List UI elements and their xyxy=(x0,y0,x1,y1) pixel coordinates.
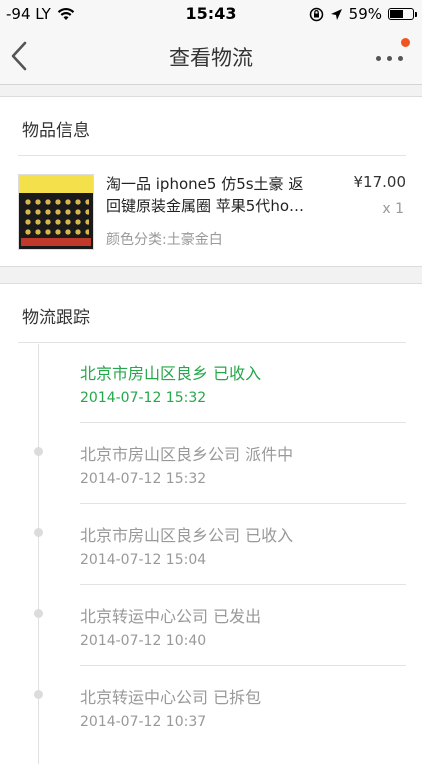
tracking-event: 北京市房山区良乡公司 已收入 2014-07-12 15:04 xyxy=(0,504,422,585)
battery-level xyxy=(390,10,404,18)
rotation-lock-icon xyxy=(309,7,323,21)
more-dots-icon xyxy=(376,56,381,61)
product-thumbnail[interactable] xyxy=(18,174,94,250)
more-button[interactable] xyxy=(372,38,410,68)
divider xyxy=(18,155,406,156)
tracking-event: 北京转运中心公司 已发出 2014-07-12 10:40 xyxy=(0,585,422,666)
event-time: 2014-07-12 15:32 xyxy=(80,471,207,487)
timeline-dot xyxy=(34,690,43,699)
battery-percent: 59% xyxy=(348,5,382,23)
product-name-line: 淘一品 iphone5 仿5s土豪 返 xyxy=(106,175,304,193)
tracking-event: 北京市房山区良乡 已收入 2014-07-12 15:32 xyxy=(0,342,422,423)
product-quantity: x 1 xyxy=(382,201,404,217)
goods-info-section: 物品信息 淘一品 iphone5 仿5s土豪 返 回键原装金属圈 苹果5代ho…… xyxy=(0,96,422,267)
timeline-dot xyxy=(34,528,43,537)
notification-badge xyxy=(401,38,410,47)
thumb-banner xyxy=(19,175,93,193)
event-text: 北京转运中心公司 已发出 xyxy=(80,607,262,626)
tracking-event: 北京转运中心公司 已拆包 2014-07-12 10:37 xyxy=(0,666,422,747)
section-title: 物流跟踪 xyxy=(22,308,90,328)
location-arrow-icon xyxy=(330,8,342,20)
product-name[interactable]: 淘一品 iphone5 仿5s土豪 返 回键原装金属圈 苹果5代ho… xyxy=(106,173,336,217)
section-title: 物品信息 xyxy=(22,121,90,141)
thumb-pattern xyxy=(23,197,89,235)
event-time: 2014-07-12 15:32 xyxy=(80,390,207,406)
more-dots-icon xyxy=(398,56,403,61)
page-title: 查看物流 xyxy=(169,46,253,70)
timeline-dot xyxy=(34,447,43,456)
tracking-event: 北京市房山区良乡公司 派件中 2014-07-12 15:32 xyxy=(0,423,422,504)
more-dots-icon xyxy=(387,56,392,61)
tracking-section: 物流跟踪 北京市房山区良乡 已收入 2014-07-12 15:32 北京市房山… xyxy=(0,283,422,764)
event-text: 北京转运中心公司 已拆包 xyxy=(80,688,262,707)
event-text: 北京市房山区良乡公司 派件中 xyxy=(80,445,294,464)
product-price: ¥17.00 xyxy=(353,173,407,191)
status-right: 59% xyxy=(309,5,417,23)
nav-bar: 查看物流 xyxy=(0,28,422,85)
event-text: 北京市房山区良乡公司 已收入 xyxy=(80,526,294,545)
battery-icon xyxy=(388,8,417,20)
event-time: 2014-07-12 10:40 xyxy=(80,633,207,649)
event-time: 2014-07-12 10:37 xyxy=(80,714,207,730)
thumb-footer xyxy=(21,238,91,246)
status-bar: -94 LY 15:43 59% xyxy=(0,0,422,28)
product-name-line: 回键原装金属圈 苹果5代ho… xyxy=(106,197,304,215)
event-text: 北京市房山区良乡 已收入 xyxy=(80,364,262,383)
event-time: 2014-07-12 15:04 xyxy=(80,552,207,568)
timeline-dot xyxy=(34,609,43,618)
product-spec: 颜色分类:土豪金白 xyxy=(106,232,223,248)
